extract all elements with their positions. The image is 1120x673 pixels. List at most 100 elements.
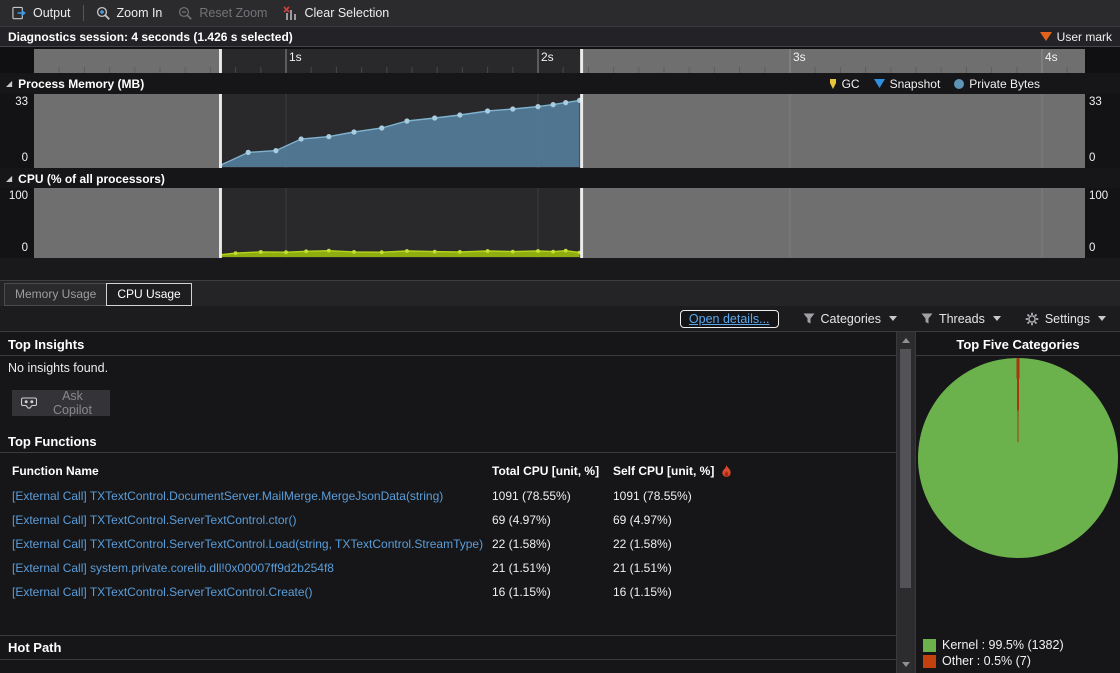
self-cpu-value: 69 (4.97%) [613, 513, 672, 527]
filter-icon [921, 313, 933, 324]
svg-text:3s: 3s [793, 50, 806, 64]
self-cpu-value: 1091 (78.55%) [613, 489, 692, 503]
clear-selection-label: Clear Selection [304, 6, 389, 20]
diagnostics-session-text: Diagnostics session: 4 seconds (1.426 s … [8, 30, 293, 44]
hot-path-heading: Hot Path [0, 635, 896, 660]
cpu-ymax-right: 100 [1089, 191, 1119, 203]
categories-menu-label: Categories [821, 312, 881, 326]
svg-text:4s: 4s [1045, 50, 1058, 64]
reset-zoom-icon [178, 6, 193, 21]
function-name-link[interactable]: [External Call] TXTextControl.DocumentSe… [12, 489, 443, 503]
reset-zoom-button[interactable]: Reset Zoom [170, 0, 275, 26]
details-pane: Top Insights No insights found. Ask Copi… [0, 332, 897, 673]
scrollbar-up-arrow[interactable] [897, 333, 915, 348]
self-cpu-value: 22 (1.58%) [613, 537, 672, 551]
reset-zoom-label: Reset Zoom [199, 6, 267, 20]
memory-section-header: ◢ Process Memory (MB) GC Snapshot Privat… [0, 73, 1120, 94]
function-name-link[interactable]: [External Call] system.private.corelib.d… [12, 561, 334, 575]
snapshot-marker-icon [874, 79, 885, 88]
total-cpu-value: 16 (1.15%) [492, 585, 551, 599]
cpu-section-title: CPU (% of all processors) [18, 172, 165, 186]
snapshot-legend-label: Snapshot [890, 77, 941, 91]
vertical-scrollbar[interactable] [897, 332, 916, 673]
private-bytes-legend-label: Private Bytes [969, 77, 1040, 91]
memory-collapse-icon[interactable]: ◢ [6, 80, 12, 88]
toolbar-separator [83, 5, 84, 21]
total-cpu-value: 69 (4.97%) [492, 513, 551, 527]
column-function-name[interactable]: Function Name [12, 464, 99, 478]
gear-icon [1025, 312, 1039, 326]
session-bar: Diagnostics session: 4 seconds (1.426 s … [0, 27, 1120, 47]
function-name-link[interactable]: [External Call] TXTextControl.ServerText… [12, 513, 297, 527]
threads-menu[interactable]: Threads [921, 312, 1001, 326]
table-row[interactable]: [External Call] TXTextControl.ServerText… [0, 581, 896, 605]
cpu-section-header: ◢ CPU (% of all processors) [0, 168, 1120, 189]
scrollbar-thumb[interactable] [900, 349, 911, 588]
detail-toolbar: Open details... Categories Threads Setti… [0, 306, 1120, 332]
other-swatch [923, 655, 936, 668]
tab-memory-usage[interactable]: Memory Usage [4, 283, 107, 306]
table-row[interactable]: [External Call] TXTextControl.ServerText… [0, 533, 896, 557]
self-cpu-value: 16 (1.15%) [613, 585, 672, 599]
hot-path-title: Hot Path [8, 640, 61, 655]
categories-menu[interactable]: Categories [803, 312, 897, 326]
output-button[interactable]: Output [4, 0, 79, 26]
user-mark-label: User mark [1057, 30, 1112, 44]
table-row[interactable]: [External Call] TXTextControl.ServerText… [0, 509, 896, 533]
cpu-ymax-left: 100 [0, 191, 28, 203]
clear-selection-button[interactable]: Clear Selection [275, 0, 397, 26]
cpu-usage-content: Top Insights No insights found. Ask Copi… [0, 332, 1120, 673]
cpu-ymin-left: 0 [0, 243, 28, 255]
snapshot-legend-item: Snapshot [874, 77, 941, 91]
flame-icon [721, 465, 732, 478]
function-name-link[interactable]: [External Call] TXTextControl.ServerText… [12, 585, 313, 599]
table-row[interactable]: [External Call] system.private.corelib.d… [0, 557, 896, 581]
column-total-cpu[interactable]: Total CPU [unit, %] [492, 464, 599, 478]
memory-ymax-right: 33 [1089, 97, 1119, 109]
legend-item-other: Other : 0.5% (7) [923, 654, 1031, 668]
filter-icon [803, 313, 815, 324]
settings-menu[interactable]: Settings [1025, 312, 1106, 326]
memory-ymin-right: 0 [1089, 153, 1119, 165]
column-self-cpu[interactable]: Self CPU [unit, %] [613, 464, 732, 478]
function-name-link[interactable]: [External Call] TXTextControl.ServerText… [12, 537, 483, 551]
total-cpu-value: 21 (1.51%) [492, 561, 551, 575]
cpu-chart[interactable]: 100 0 100 0 [0, 188, 1120, 258]
copilot-icon [21, 397, 37, 410]
svg-text:2s: 2s [541, 50, 554, 64]
gc-legend-item: GC [829, 77, 860, 91]
table-row[interactable]: [External Call] TXTextControl.DocumentSe… [0, 485, 896, 509]
column-self-cpu-label: Self CPU [unit, %] [613, 464, 714, 478]
top-five-categories-heading: Top Five Categories [916, 334, 1120, 356]
tab-row: Memory Usage CPU Usage [0, 281, 1120, 306]
tab-cpu-usage[interactable]: CPU Usage [106, 283, 191, 306]
timeline-ruler[interactable]: 1s2s3s4s [0, 47, 1120, 73]
output-label: Output [33, 6, 71, 20]
categories-pie-chart[interactable] [918, 358, 1118, 558]
clear-selection-icon [283, 6, 298, 20]
memory-ymax-left: 33 [0, 97, 28, 109]
settings-menu-label: Settings [1045, 312, 1090, 326]
scrollbar-down-arrow[interactable] [897, 657, 915, 672]
ask-copilot-button[interactable]: Ask Copilot [12, 390, 110, 416]
cpu-collapse-icon[interactable]: ◢ [6, 175, 12, 183]
self-cpu-value: 21 (1.51%) [613, 561, 672, 575]
main-toolbar: Output Zoom In Reset Zoom Clear Selectio… [0, 0, 1120, 27]
memory-section-title: Process Memory (MB) [18, 77, 144, 91]
kernel-swatch [923, 639, 936, 652]
memory-chart[interactable]: 33 0 33 0 [0, 94, 1120, 168]
zoom-in-button[interactable]: Zoom In [88, 0, 171, 26]
legend-item-kernel: Kernel : 99.5% (1382) [923, 638, 1064, 652]
total-cpu-value: 22 (1.58%) [492, 537, 551, 551]
zoom-in-icon [96, 6, 111, 21]
top-five-categories-title: Top Five Categories [956, 337, 1079, 352]
other-legend-label: Other : 0.5% (7) [942, 654, 1031, 668]
open-details-link[interactable]: Open details... [680, 310, 779, 328]
no-insights-text: No insights found. [8, 361, 108, 375]
cpu-ymin-right: 0 [1089, 243, 1119, 255]
private-bytes-legend-item: Private Bytes [954, 77, 1040, 91]
diagnostics-tools-window: Output Zoom In Reset Zoom Clear Selectio… [0, 0, 1120, 673]
top-insights-heading: Top Insights [0, 334, 896, 356]
user-mark-legend: User mark [1040, 30, 1112, 44]
functions-table-header: Function Name Total CPU [unit, %] Self C… [0, 461, 896, 481]
